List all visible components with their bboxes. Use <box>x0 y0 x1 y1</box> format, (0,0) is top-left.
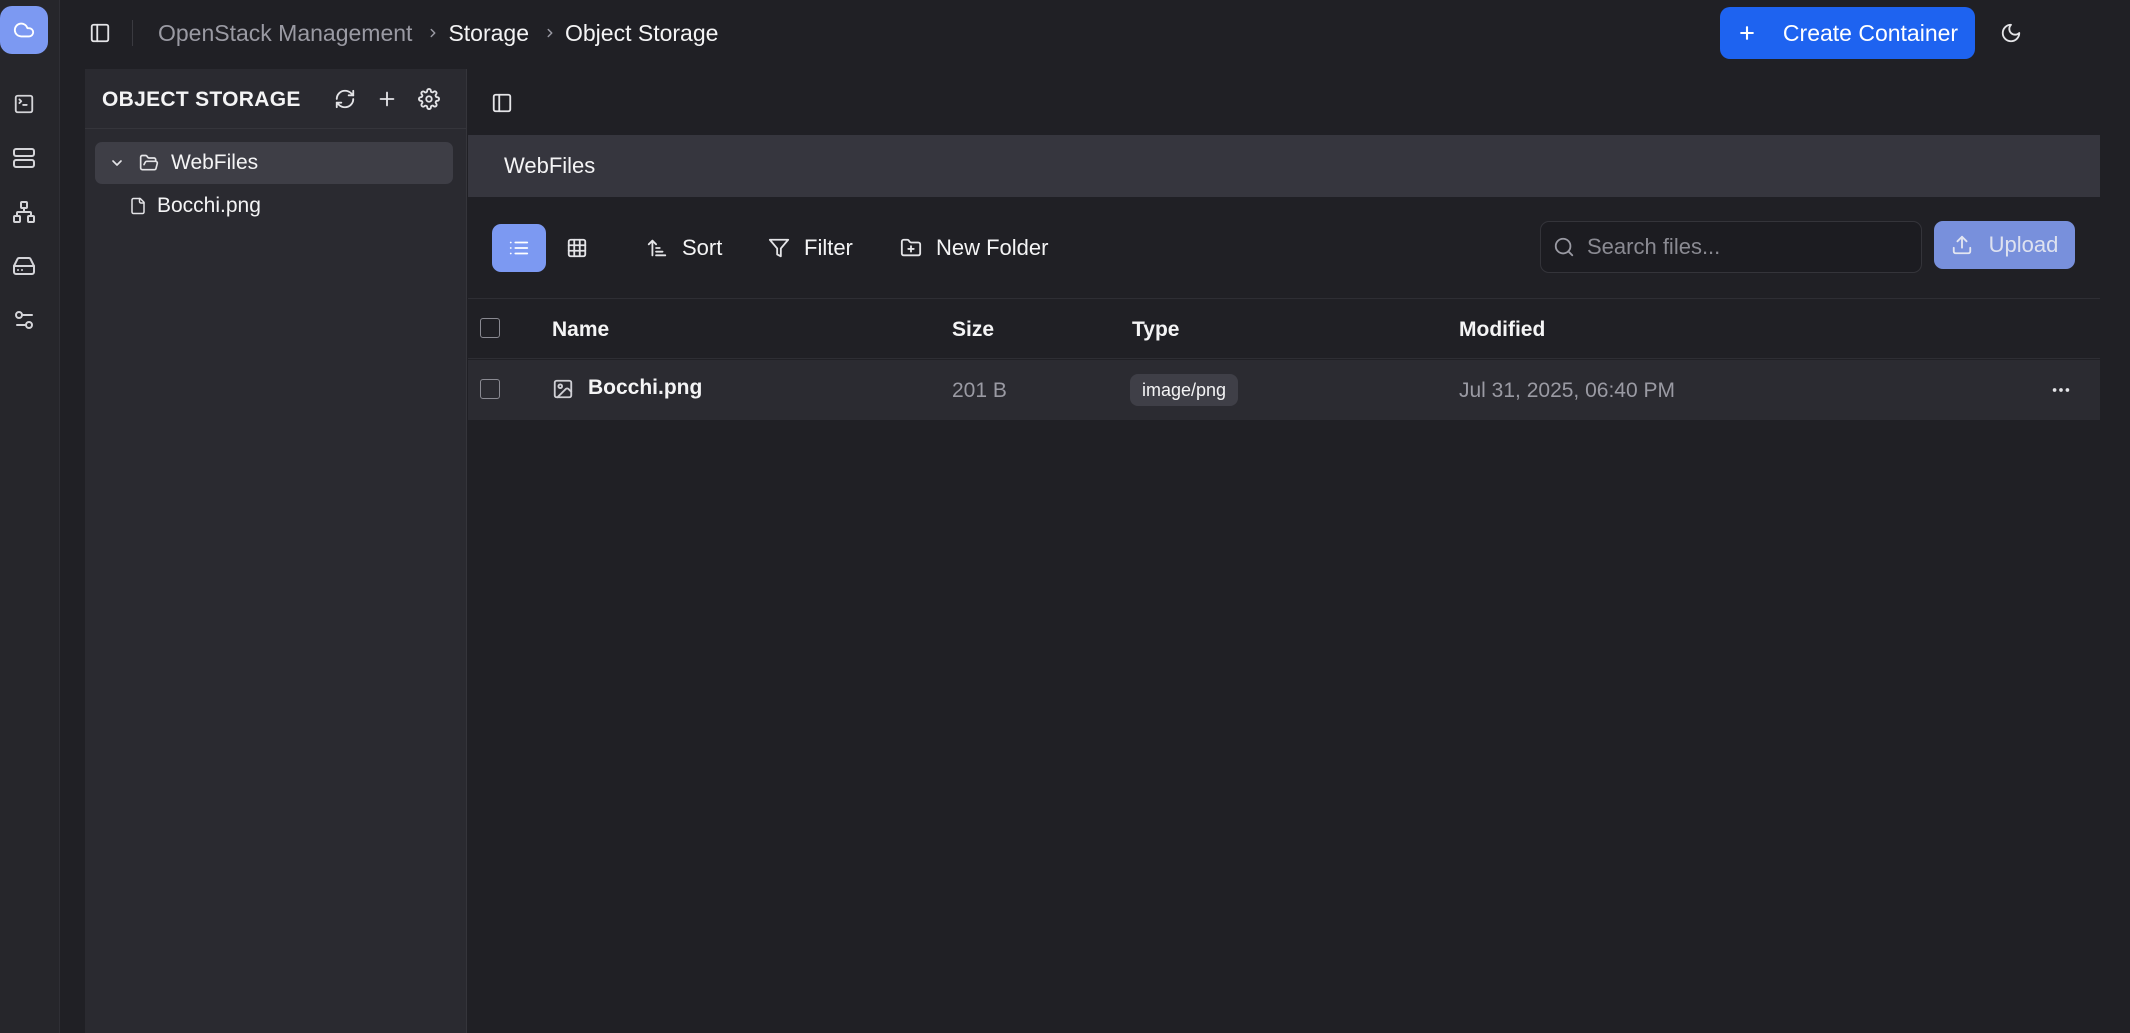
cloud-icon <box>13 22 35 38</box>
chevron-down-icon[interactable] <box>109 155 125 171</box>
folder-plus-icon <box>900 238 922 257</box>
row-actions-button[interactable] <box>2046 376 2076 404</box>
add-container-button[interactable] <box>373 85 401 113</box>
breadcrumb-object-storage: Object Storage <box>565 19 719 46</box>
column-size-header[interactable]: Size <box>952 318 994 342</box>
grid-icon <box>567 238 587 258</box>
plus-icon <box>379 91 395 107</box>
tree-item-label: Bocchi.png <box>157 194 261 217</box>
tree-header: OBJECT STORAGE <box>85 69 466 129</box>
file-name[interactable]: Bocchi.png <box>588 376 702 400</box>
topbar-divider <box>132 20 133 46</box>
sidebar-toggle-button[interactable] <box>86 19 114 47</box>
tree-title: OBJECT STORAGE <box>102 88 301 111</box>
new-folder-button[interactable]: New Folder <box>900 224 1048 272</box>
file-icon <box>131 197 145 215</box>
column-name-header[interactable]: Name <box>552 318 609 342</box>
file-size: 201 B <box>952 379 1007 402</box>
nav-network[interactable] <box>10 198 38 226</box>
create-container-button[interactable]: Create Container <box>1720 7 1975 59</box>
sort-button[interactable]: Sort <box>646 224 722 272</box>
list-icon <box>509 241 529 255</box>
tree-item-bocchi-png[interactable]: Bocchi.png <box>129 192 261 220</box>
filter-label: Filter <box>804 235 853 260</box>
drive-icon <box>13 257 35 275</box>
filter-button[interactable]: Filter <box>768 224 853 272</box>
upload-icon <box>1952 235 1971 255</box>
plus-icon <box>1740 26 1754 40</box>
cloud-logo-button[interactable] <box>0 6 48 54</box>
file-type-badge: image/png <box>1130 374 1239 406</box>
file-modified: Jul 31, 2025, 06:40 PM <box>1459 379 1675 402</box>
sort-label: Sort <box>682 235 723 260</box>
panel-left-icon <box>90 23 110 43</box>
file-browser: WebFiles Sort Filter New Folder Upload <box>468 69 2100 1033</box>
table-row[interactable]: Bocchi.png 201 B image/png Jul 31, 2025,… <box>468 360 2100 420</box>
current-path: WebFiles <box>504 153 596 178</box>
list-view-button[interactable] <box>492 224 546 272</box>
refresh-icon <box>335 89 355 109</box>
tree-item-label: WebFiles <box>171 151 259 174</box>
search-input[interactable] <box>1587 234 1907 260</box>
file-table-header: Name Size Type Modified <box>468 299 2100 359</box>
breadcrumb-storage[interactable]: Storage <box>448 20 529 47</box>
theme-toggle-button[interactable] <box>1985 7 2037 59</box>
select-all-checkbox[interactable] <box>480 318 500 338</box>
icon-rail <box>0 0 60 1033</box>
row-checkbox[interactable] <box>480 379 500 399</box>
moon-icon <box>2001 23 2021 43</box>
gear-icon <box>418 88 440 110</box>
search-box <box>1540 221 1922 273</box>
top-bar: OpenStack Management Storage Object Stor… <box>60 0 2130 66</box>
server-icon <box>13 148 35 168</box>
nav-compute[interactable] <box>10 90 38 118</box>
grid-view-button[interactable] <box>550 224 604 272</box>
column-type-header[interactable]: Type <box>1132 318 1179 342</box>
new-folder-label: New Folder <box>936 235 1049 260</box>
create-container-label: Create Container <box>1782 19 1959 46</box>
filter-icon <box>768 238 790 258</box>
upload-button[interactable]: Upload <box>1934 221 2075 269</box>
nav-storage[interactable] <box>10 252 38 280</box>
nav-servers[interactable] <box>10 144 38 172</box>
chevron-right-icon <box>543 26 557 40</box>
search-icon <box>1554 237 1574 257</box>
folder-open-icon <box>139 154 159 171</box>
refresh-button[interactable] <box>331 85 359 113</box>
more-horizontal-icon <box>2052 388 2070 392</box>
image-file-icon <box>553 379 573 399</box>
column-modified-header[interactable]: Modified <box>1459 318 1545 342</box>
terminal-icon <box>14 94 34 114</box>
sort-icon <box>647 239 667 257</box>
upload-label: Upload <box>1988 232 2059 257</box>
tree-settings-button[interactable] <box>415 85 443 113</box>
object-storage-tree-panel: OBJECT STORAGE WebFiles Bocchi.png <box>85 69 467 1033</box>
tree-item-webfiles[interactable]: WebFiles <box>95 142 453 184</box>
breadcrumb: OpenStack Management Storage Object Stor… <box>158 0 718 66</box>
file-toolbar: Sort Filter New Folder Upload <box>468 197 2100 299</box>
chevron-right-icon <box>426 26 440 40</box>
settings-sliders-icon <box>15 311 33 329</box>
current-path-bar: WebFiles <box>468 135 2100 197</box>
panel-left-icon <box>492 93 512 113</box>
network-icon <box>13 201 35 223</box>
nav-settings[interactable] <box>10 306 38 334</box>
breadcrumb-openstack[interactable]: OpenStack Management <box>158 20 412 47</box>
tree-panel-toggle-button[interactable] <box>488 89 516 117</box>
